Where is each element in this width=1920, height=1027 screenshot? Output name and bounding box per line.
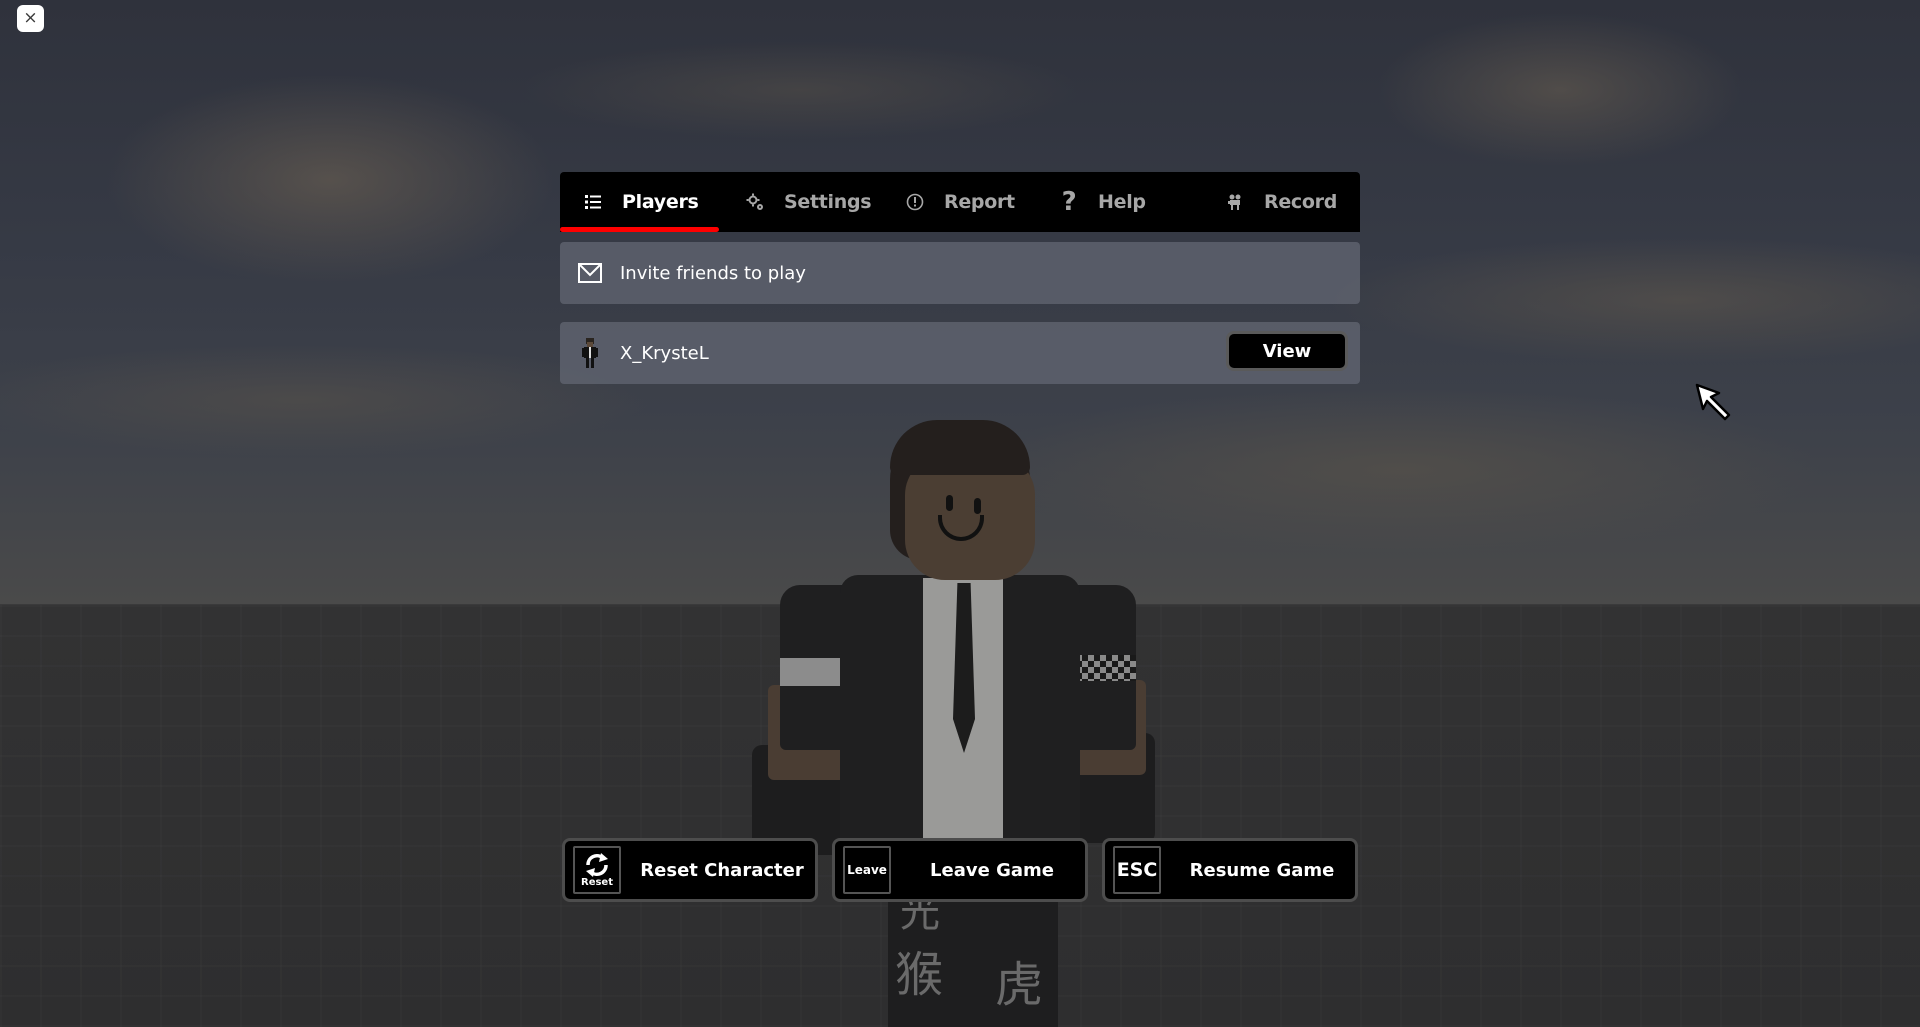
tab-record[interactable]: Record xyxy=(1224,172,1337,232)
invite-friends-button[interactable]: Invite friends to play xyxy=(560,242,1360,304)
tab-players[interactable]: Players xyxy=(582,172,699,232)
player-avatar-icon xyxy=(578,338,602,368)
reset-character-label: Reset Character xyxy=(640,859,804,881)
leave-game-label: Leave Game xyxy=(930,859,1054,881)
resume-game-label: Resume Game xyxy=(1189,859,1335,881)
tab-help[interactable]: ? Help xyxy=(1058,172,1146,232)
view-player-button[interactable]: View xyxy=(1226,331,1348,371)
tab-settings[interactable]: Settings xyxy=(744,172,872,232)
tab-label: Help xyxy=(1098,191,1146,213)
gear-icon xyxy=(744,191,766,213)
tab-label: Players xyxy=(622,191,699,213)
mouse-cursor-icon xyxy=(1695,383,1731,421)
leave-icon: Leave xyxy=(843,846,891,894)
resume-game-button[interactable]: ESC Resume Game xyxy=(1102,838,1358,902)
reset-key-label: Reset xyxy=(581,876,613,888)
invite-friends-label: Invite friends to play xyxy=(620,262,806,284)
reset-character-button[interactable]: Reset Reset Character xyxy=(562,838,818,902)
menu-actions: Reset Reset Character Leave Leave Game E… xyxy=(562,838,1358,902)
tab-label: Settings xyxy=(784,191,872,213)
avatar-eye xyxy=(974,498,981,514)
close-icon: × xyxy=(23,8,38,28)
tab-label: Record xyxy=(1264,191,1338,213)
record-camera-icon xyxy=(1224,191,1246,213)
esc-key-label: ESC xyxy=(1116,859,1158,881)
player-list-icon xyxy=(582,191,604,213)
player-list-item: X_KrysteL View xyxy=(560,322,1360,384)
tab-label: Report xyxy=(944,191,1015,213)
envelope-icon xyxy=(578,261,602,285)
menu-tab-bar: Players Settings Report ? Help Record xyxy=(560,172,1360,232)
avatar-pants-glyph: 猴 xyxy=(895,947,944,1003)
leave-key-label: Leave xyxy=(847,863,887,877)
esc-key-icon: ESC xyxy=(1113,846,1161,894)
report-icon xyxy=(904,191,926,213)
game-menu: Players Settings Report ? Help Record In… xyxy=(560,172,1360,384)
player-name: X_KrysteL xyxy=(620,342,709,364)
help-icon: ? xyxy=(1061,187,1077,217)
tab-report[interactable]: Report xyxy=(904,172,1015,232)
leave-game-button[interactable]: Leave Leave Game xyxy=(832,838,1088,902)
close-menu-button[interactable]: × xyxy=(17,5,44,32)
avatar-pants-glyph: 虎 xyxy=(995,957,1044,1013)
player-avatar-3d: 光 猴 虎 xyxy=(740,415,1160,1027)
avatar-eye xyxy=(946,495,953,511)
reset-icon: Reset xyxy=(573,846,621,894)
avatar-hair-fringe xyxy=(890,420,1030,475)
active-tab-indicator xyxy=(560,227,719,232)
